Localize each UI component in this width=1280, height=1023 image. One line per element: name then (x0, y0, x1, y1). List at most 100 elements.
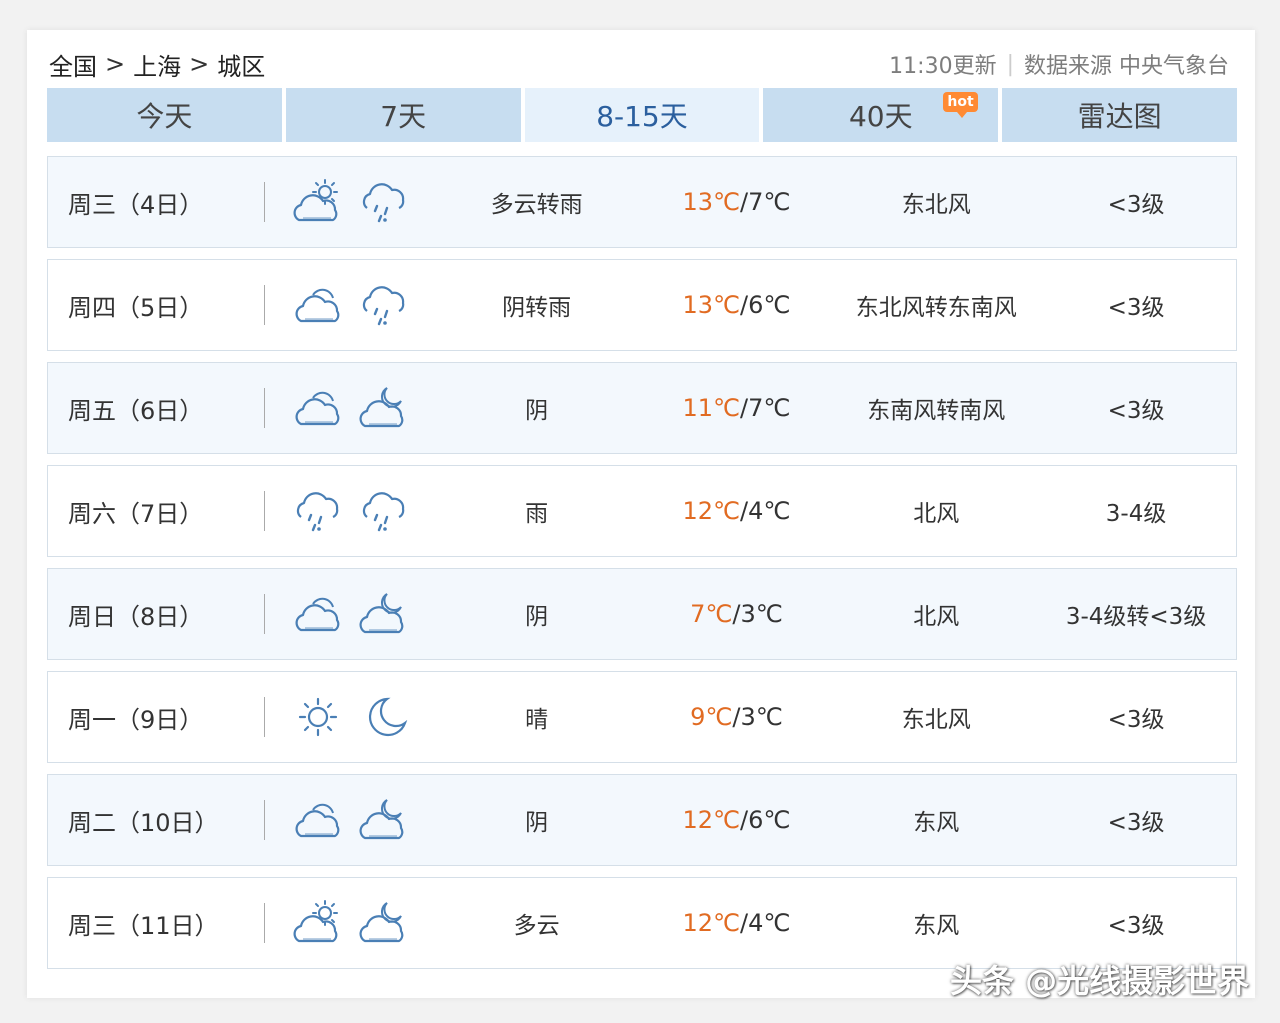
temperature: 12℃/4℃ (682, 497, 791, 525)
wind-direction: 东南风转南风 (867, 398, 1006, 424)
weather-icons (265, 691, 437, 743)
partly-cloudy-night-icon (357, 588, 411, 640)
temperature: 9℃/3℃ (690, 703, 783, 731)
partly-cloudy-day-icon (291, 897, 345, 949)
day-label: 周一（9日） (68, 705, 204, 734)
forecast-row: 周四（5日） 阴转雨 13℃/6℃ 东北风转东南风 <3级 (47, 259, 1237, 351)
day-label: 周日（8日） (68, 602, 204, 631)
cloudy-icon (291, 794, 345, 846)
weather-text: 阴转雨 (502, 295, 572, 321)
high-temp: 12℃ (682, 909, 741, 937)
breadcrumb-shanghai[interactable]: 上海 (133, 47, 181, 82)
weather-icons (265, 897, 437, 949)
temperature: 13℃/7℃ (682, 188, 791, 216)
rain-icon (357, 279, 411, 331)
low-temp: 6℃ (748, 806, 791, 834)
wind-direction: 北风 (913, 604, 960, 630)
temperature: 12℃/4℃ (682, 909, 791, 937)
low-temp: 3℃ (740, 703, 783, 731)
cloudy-icon (291, 588, 345, 640)
weather-icons (265, 279, 437, 331)
temperature: 12℃/6℃ (682, 806, 791, 834)
forecast-list: 周三（4日） 多云转雨 13℃/7℃ 东北风 <3级 周四（5日） 阴转雨 13… (47, 156, 1237, 980)
low-temp: 7℃ (748, 394, 791, 422)
high-temp: 12℃ (682, 497, 741, 525)
tab-label: 8-15天 (596, 100, 688, 133)
wind-level: <3级 (1107, 707, 1165, 733)
header-bar: 全国 > 上海 > 城区 11:30更新 | 数据来源 中央气象台 (49, 46, 1229, 82)
weather-text: 阴 (525, 604, 549, 630)
high-temp: 13℃ (682, 188, 741, 216)
wind-direction: 东风 (913, 810, 960, 836)
forecast-tabs: 今天 7天 8-15天 40天 hot 雷达图 (47, 88, 1237, 142)
weather-text: 晴 (525, 707, 549, 733)
forecast-row: 周六（7日） 雨 12℃/4℃ 北风 3-4级 (47, 465, 1237, 557)
breadcrumb: 全国 > 上海 > 城区 (49, 47, 265, 82)
forecast-row: 周日（8日） 阴 7℃/3℃ 北风 3-4级转<3级 (47, 568, 1237, 660)
cloudy-icon (291, 279, 345, 331)
day-label: 周三（4日） (68, 190, 204, 219)
wind-level: 3-4级 (1105, 501, 1167, 527)
partly-cloudy-day-icon (291, 176, 345, 228)
breadcrumb-separator: > (105, 50, 126, 78)
tab-today[interactable]: 今天 (47, 88, 282, 142)
low-temp: 4℃ (748, 497, 791, 525)
wind-level: <3级 (1107, 913, 1165, 939)
update-time: 11:30更新 (889, 54, 997, 79)
wind-level: <3级 (1107, 192, 1165, 218)
tab-40-days[interactable]: 40天 hot (763, 88, 999, 142)
high-temp: 9℃ (690, 703, 733, 731)
moon-icon (357, 691, 411, 743)
high-temp: 12℃ (682, 806, 741, 834)
weather-text: 多云 (513, 913, 560, 939)
forecast-row: 周三（4日） 多云转雨 13℃/7℃ 东北风 <3级 (47, 156, 1237, 248)
wind-level: <3级 (1107, 810, 1165, 836)
cloudy-icon (291, 382, 345, 434)
weather-card: 全国 > 上海 > 城区 11:30更新 | 数据来源 中央气象台 今天 7天 … (27, 30, 1255, 1000)
breadcrumb-national[interactable]: 全国 (49, 47, 97, 82)
tab-label: 7天 (380, 100, 427, 133)
tab-7-days[interactable]: 7天 (285, 88, 521, 142)
high-temp: 7℃ (690, 600, 733, 628)
low-temp: 6℃ (748, 291, 791, 319)
weather-icons (265, 176, 437, 228)
weather-icons (265, 588, 437, 640)
wind-direction: 北风 (913, 501, 960, 527)
low-temp: 3℃ (740, 600, 783, 628)
temperature: 11℃/7℃ (682, 394, 791, 422)
forecast-row: 周二（10日） 阴 12℃/6℃ 东风 <3级 (47, 774, 1237, 866)
day-label: 周六（7日） (68, 499, 204, 528)
wind-direction: 东北风 (901, 192, 971, 218)
rain-icon (357, 176, 411, 228)
wind-level: 3-4级转<3级 (1065, 604, 1207, 630)
update-info: 11:30更新 | 数据来源 中央气象台 (889, 48, 1229, 80)
partly-cloudy-night-icon (357, 382, 411, 434)
weather-icons (265, 794, 437, 846)
weather-text: 多云转雨 (490, 192, 583, 218)
tab-label: 40天 (848, 100, 913, 133)
wind-direction: 东风 (913, 913, 960, 939)
wind-direction: 东北风转东南风 (855, 295, 1017, 321)
tab-label: 今天 (136, 100, 193, 133)
data-source: 数据来源 中央气象台 (1024, 54, 1229, 79)
temperature: 13℃/6℃ (682, 291, 791, 319)
weather-text: 阴 (525, 810, 549, 836)
day-label: 周五（6日） (68, 396, 204, 425)
low-temp: 7℃ (748, 188, 791, 216)
wind-level: <3级 (1107, 398, 1165, 424)
temperature: 7℃/3℃ (690, 600, 783, 628)
partly-cloudy-night-icon (357, 794, 411, 846)
breadcrumb-urban[interactable]: 城区 (217, 47, 265, 82)
high-temp: 13℃ (682, 291, 741, 319)
day-label: 周四（5日） (68, 293, 204, 322)
low-temp: 4℃ (748, 909, 791, 937)
weather-text: 阴 (525, 398, 549, 424)
tab-8-15-days[interactable]: 8-15天 (524, 88, 760, 142)
day-label: 周二（10日） (68, 808, 219, 837)
tab-radar[interactable]: 雷达图 (1002, 88, 1237, 142)
meta-divider: | (1006, 51, 1014, 77)
high-temp: 11℃ (682, 394, 741, 422)
breadcrumb-separator: > (189, 50, 210, 78)
weather-icons (265, 485, 437, 537)
tab-label: 雷达图 (1077, 100, 1162, 133)
